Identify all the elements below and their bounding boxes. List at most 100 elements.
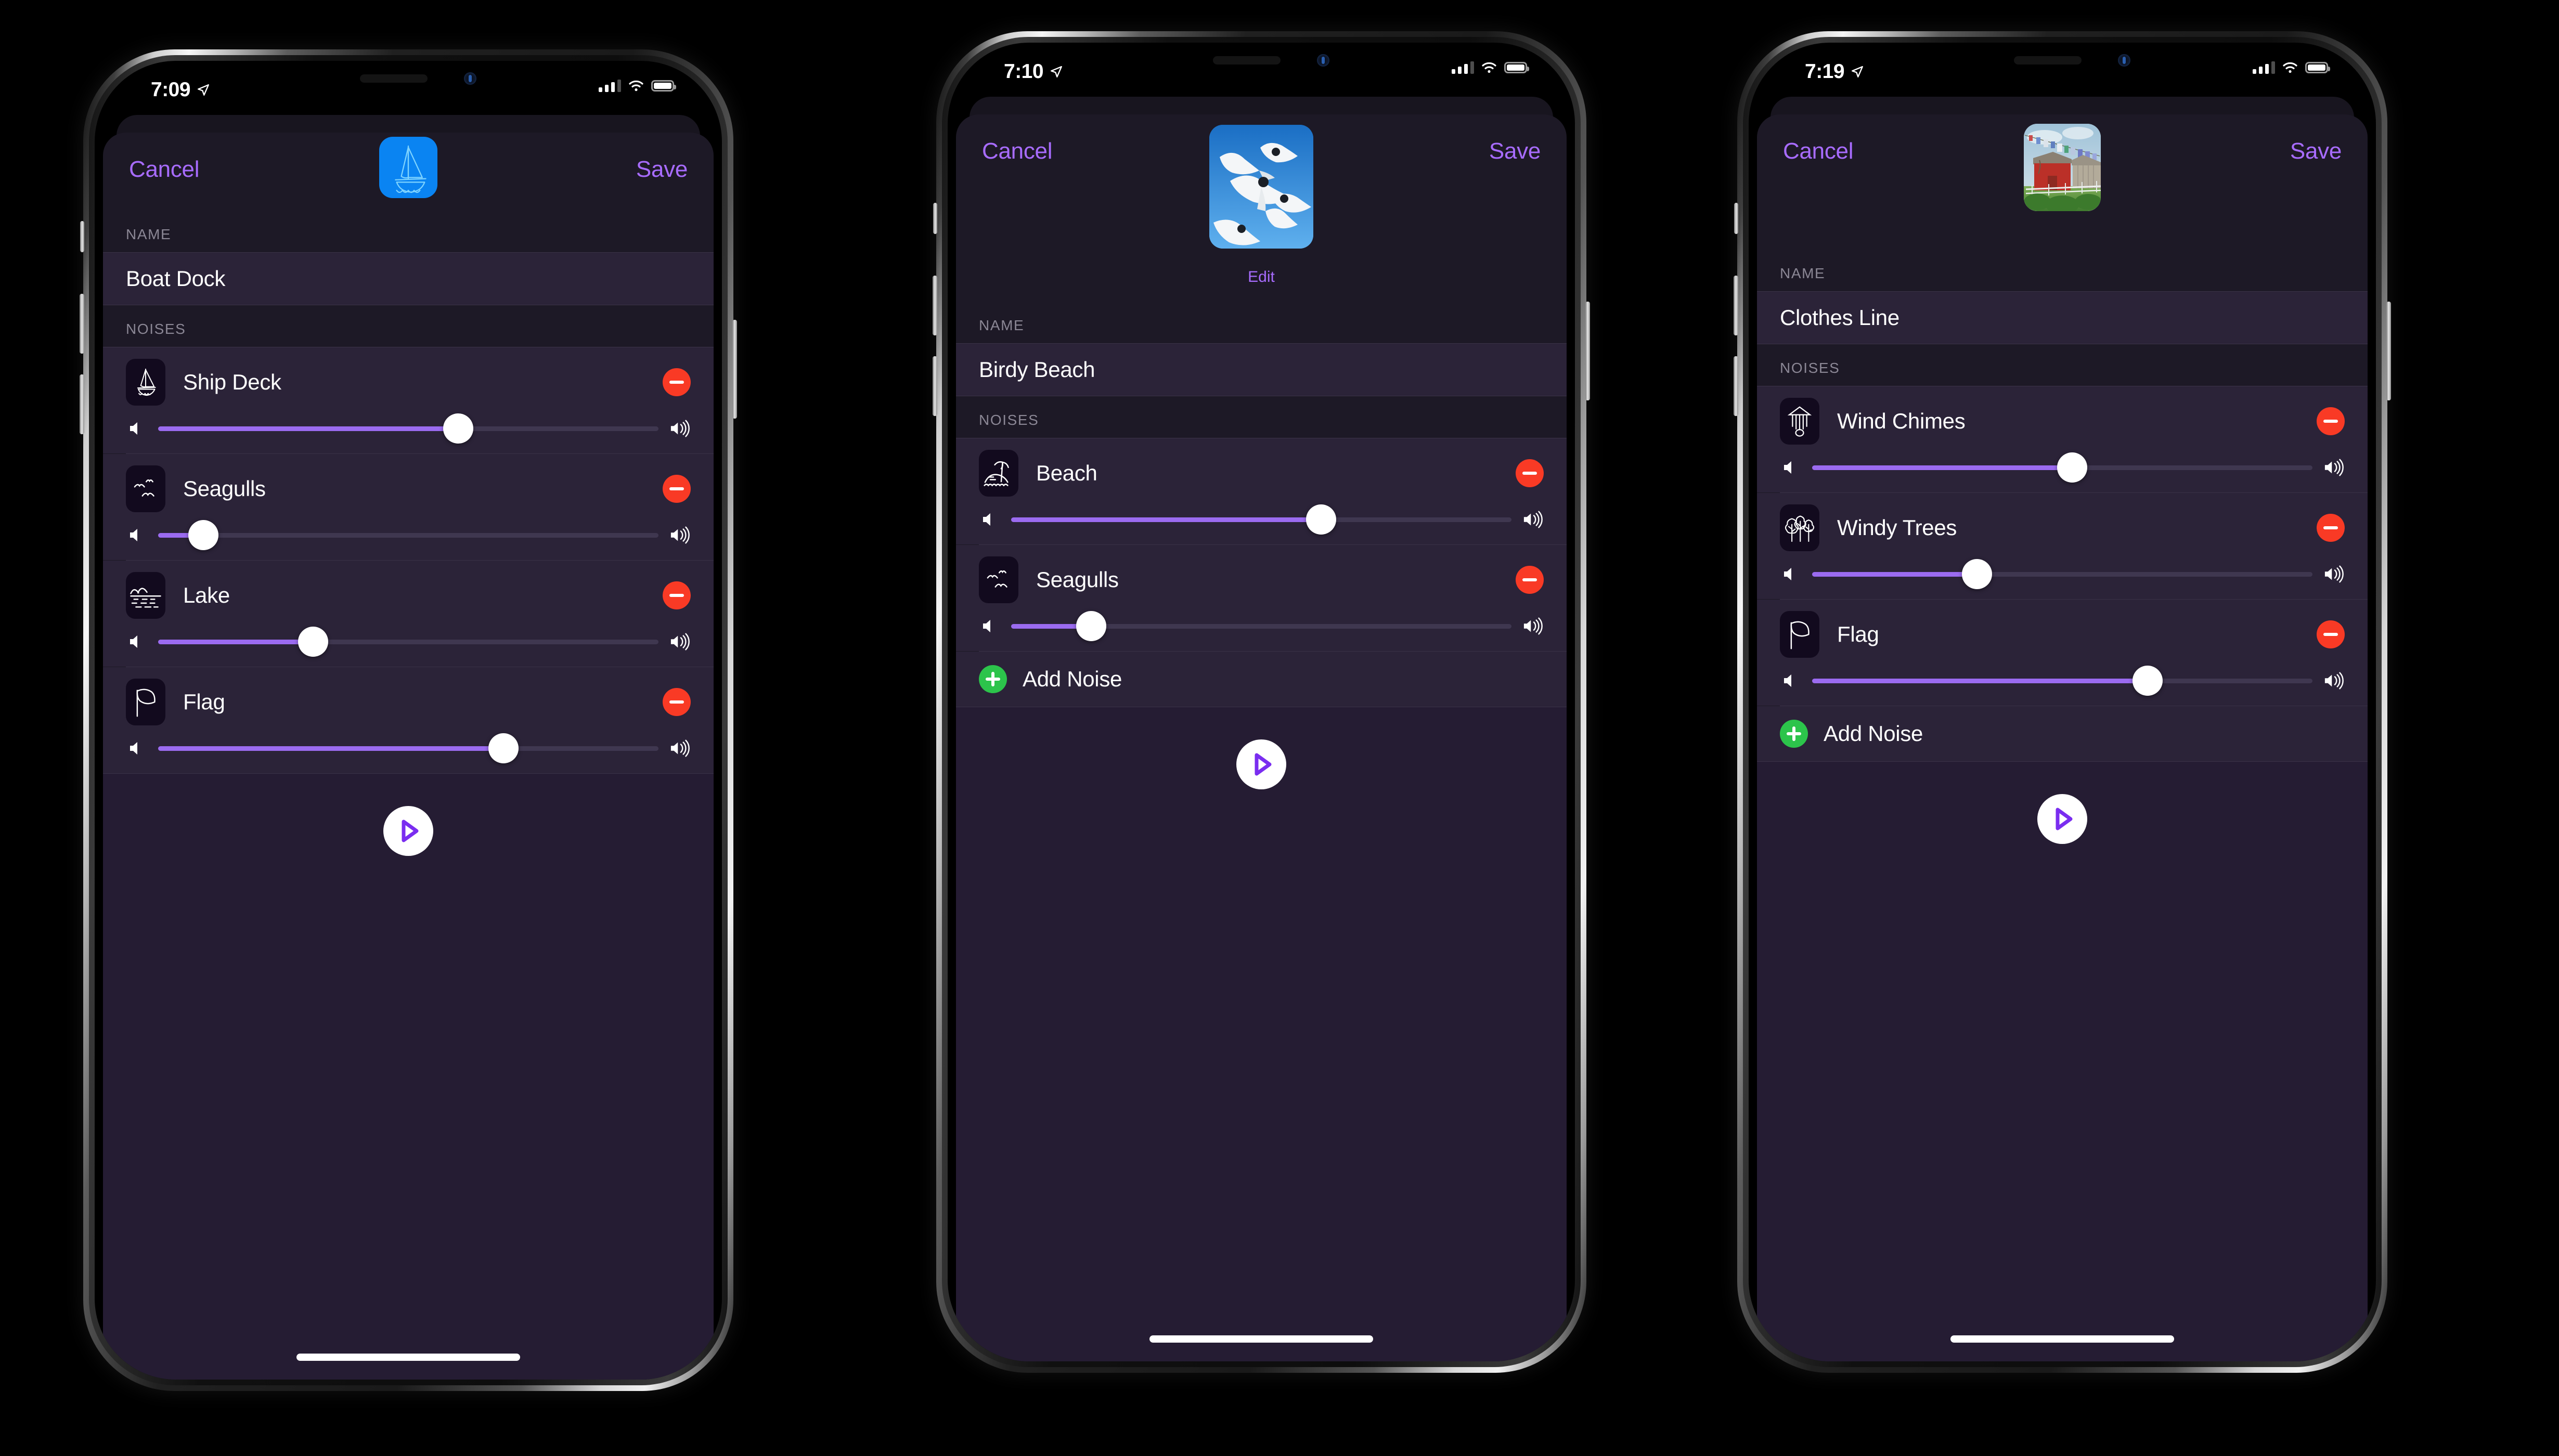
volume-track[interactable]	[1011, 611, 1511, 641]
power-button[interactable]	[2386, 302, 2391, 400]
volume-slider[interactable]	[979, 611, 1544, 641]
edit-mix-sheet-3: Cancel Save NAME Clothes Line NOISES Win…	[1757, 114, 2368, 1361]
cancel-button[interactable]: Cancel	[982, 138, 1052, 164]
volume-slider[interactable]	[1780, 666, 2345, 696]
save-button[interactable]: Save	[2290, 138, 2342, 164]
play-button[interactable]	[383, 806, 433, 856]
volume-up-button[interactable]	[933, 276, 937, 335]
cancel-button[interactable]: Cancel	[1783, 138, 1853, 164]
noise-row[interactable]: Windy Trees	[1757, 493, 2368, 599]
volume-slider[interactable]	[979, 504, 1544, 535]
sailboat-icon	[395, 145, 426, 193]
sailboat-artwork-tile[interactable]	[379, 137, 437, 198]
edit-artwork-link[interactable]: Edit	[1248, 268, 1275, 286]
power-button[interactable]	[732, 320, 737, 419]
home-indicator[interactable]	[1149, 1335, 1373, 1343]
remove-noise-button[interactable]	[2317, 514, 2345, 542]
device-screen-1: 7:09 Cancel Save NAME Boat Dock NOISES S…	[95, 61, 722, 1380]
noise-label: Flag	[183, 690, 225, 714]
volume-max-icon	[2324, 672, 2345, 690]
cancel-button[interactable]: Cancel	[129, 157, 199, 183]
home-indicator[interactable]	[296, 1354, 520, 1361]
noise-row[interactable]: Flag	[103, 667, 714, 773]
volume-track[interactable]	[158, 520, 658, 550]
volume-up-button[interactable]	[1734, 276, 1738, 335]
volume-track[interactable]	[158, 627, 658, 657]
noises-section-header: NOISES	[1780, 360, 1840, 376]
noise-row[interactable]: Seagulls	[956, 545, 1567, 651]
noise-row[interactable]: Flag	[1757, 600, 2368, 706]
status-time-text: 7:19	[1805, 60, 1845, 83]
mute-switch[interactable]	[80, 221, 84, 252]
status-time: 7:09	[151, 79, 210, 101]
cellular-bars-icon	[2253, 61, 2275, 74]
noise-row[interactable]: Seagulls	[103, 454, 714, 560]
volume-slider[interactable]	[126, 413, 691, 444]
mix-name-input[interactable]: Clothes Line	[1757, 292, 2368, 344]
remove-noise-button[interactable]	[2317, 620, 2345, 648]
volume-slider[interactable]	[126, 627, 691, 657]
volume-down-button[interactable]	[80, 374, 84, 434]
save-button[interactable]: Save	[636, 157, 688, 183]
seagulls-photo-artwork[interactable]	[1209, 125, 1313, 249]
status-time-text: 7:10	[1004, 60, 1044, 83]
location-arrow-icon	[198, 84, 210, 96]
name-section-header: NAME	[126, 226, 172, 242]
wifi-icon	[1482, 62, 1496, 73]
remove-noise-button[interactable]	[663, 688, 691, 716]
add-noise-button[interactable]: Add Noise	[1757, 706, 2368, 761]
noise-row[interactable]: Ship Deck	[103, 347, 714, 453]
noises-section-header: NOISES	[126, 321, 186, 337]
location-arrow-icon	[1852, 66, 1864, 77]
artwork-thumbnail-wrap[interactable]	[1209, 114, 1313, 249]
volume-track[interactable]	[1812, 452, 2312, 483]
home-indicator[interactable]	[1950, 1335, 2174, 1343]
remove-noise-button[interactable]	[663, 581, 691, 609]
remove-noise-button[interactable]	[663, 475, 691, 503]
volume-down-button[interactable]	[933, 356, 937, 416]
volume-max-icon	[670, 633, 691, 651]
remove-noise-button[interactable]	[663, 368, 691, 396]
volume-track[interactable]	[158, 733, 658, 763]
volume-min-icon	[1780, 565, 1801, 583]
volume-max-icon	[2324, 459, 2345, 476]
front-camera-icon	[2118, 54, 2130, 67]
volume-slider[interactable]	[126, 733, 691, 763]
noise-row[interactable]: Beach	[956, 438, 1567, 544]
volume-track[interactable]	[1812, 666, 2312, 696]
noise-row[interactable]: Wind Chimes	[1757, 386, 2368, 492]
mute-switch[interactable]	[933, 203, 937, 234]
iphone-device-3: 7:19 Cancel Save NAME Clothes Line NOISE…	[1734, 31, 2391, 1373]
volume-track[interactable]	[1812, 559, 2312, 589]
volume-min-icon	[979, 511, 1000, 528]
mix-name-input[interactable]: Boat Dock	[103, 253, 714, 305]
status-time: 7:19	[1805, 60, 1864, 83]
artwork-thumbnail-wrap[interactable]	[2024, 114, 2101, 211]
volume-slider[interactable]	[1780, 559, 2345, 589]
mute-switch[interactable]	[1734, 203, 1738, 234]
remove-noise-button[interactable]	[1516, 566, 1544, 594]
barn-clothesline-photo-artwork[interactable]	[2024, 124, 2101, 211]
mix-name-input[interactable]: Birdy Beach	[956, 344, 1567, 396]
artwork-thumbnail-wrap[interactable]	[379, 133, 437, 198]
add-noise-button[interactable]: Add Noise	[956, 652, 1567, 707]
play-button[interactable]	[2037, 794, 2087, 844]
save-button[interactable]: Save	[1489, 138, 1541, 164]
volume-slider[interactable]	[1780, 452, 2345, 483]
noise-row[interactable]: Lake	[103, 561, 714, 667]
noise-label: Lake	[183, 583, 230, 607]
power-button[interactable]	[1585, 302, 1590, 400]
volume-track[interactable]	[1011, 504, 1511, 535]
volume-slider[interactable]	[126, 520, 691, 550]
volume-up-button[interactable]	[80, 294, 84, 354]
seagulls-icon	[979, 556, 1018, 603]
earpiece-speaker	[1213, 56, 1281, 64]
iphone-device-1: 7:09 Cancel Save NAME Boat Dock NOISES S…	[80, 49, 737, 1391]
volume-down-button[interactable]	[1734, 356, 1738, 416]
remove-noise-button[interactable]	[1516, 459, 1544, 487]
play-button[interactable]	[1236, 739, 1286, 789]
noise-label: Beach	[1036, 461, 1097, 485]
remove-noise-button[interactable]	[2317, 407, 2345, 435]
sheet-navbar-3: Cancel Save	[1757, 114, 2368, 250]
volume-track[interactable]	[158, 413, 658, 444]
